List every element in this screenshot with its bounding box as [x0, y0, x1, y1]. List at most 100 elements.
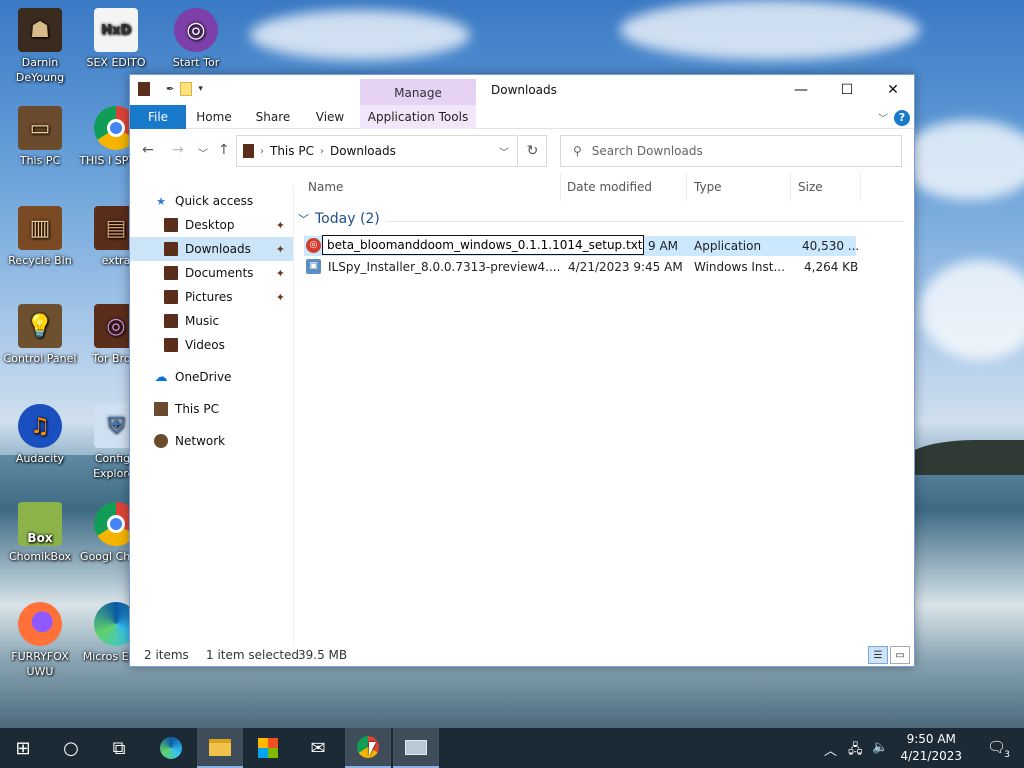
desktop-icon-sex-edito[interactable]: HxD SEX EDITO [76, 8, 156, 70]
forward-button[interactable]: → [172, 142, 184, 158]
sidebar-item-documents[interactable]: Documents ✦ [130, 261, 293, 285]
desktop-icon-furryfox[interactable]: FURRYFOX UWU [0, 602, 80, 679]
tab-manage[interactable]: Manage [360, 79, 476, 105]
refresh-button[interactable]: ↻ [519, 135, 547, 167]
close-button[interactable]: ✕ [870, 75, 916, 105]
breadcrumb-this-pc[interactable]: This PC [270, 144, 314, 158]
details-view-button[interactable]: ☰ [868, 646, 888, 664]
address-bar[interactable]: › This PC › Downloads ﹀ [236, 135, 518, 167]
window-app-icon [405, 739, 427, 755]
desktop-icon-this-pc[interactable]: ▭ This PC [0, 106, 80, 168]
task-view-button[interactable]: ⧉ [96, 728, 142, 768]
desktop-icon-chomikbox[interactable]: Box ChomikBox [0, 502, 80, 564]
tor-onion-icon: ◎ [174, 8, 218, 52]
chevron-down-icon: ﹀ [298, 213, 309, 226]
column-divider[interactable] [560, 173, 561, 201]
help-button[interactable]: ? [894, 110, 910, 126]
sidebar-item-network[interactable]: Network [130, 429, 293, 453]
audacity-icon: ♫ [18, 404, 62, 448]
selected-count: 1 item selected [206, 648, 300, 662]
column-header-size[interactable]: Size [798, 180, 823, 194]
file-list[interactable]: Name Date modified Type Size ﹀ Today (2)… [296, 173, 914, 643]
column-divider[interactable] [686, 173, 687, 201]
taskbar-store[interactable] [245, 728, 291, 768]
mouse-cursor-icon [369, 742, 376, 756]
taskbar-chrome[interactable] [345, 728, 391, 768]
start-button[interactable]: ⊞ [0, 728, 46, 768]
sidebar-item-onedrive[interactable]: ☁ OneDrive [130, 365, 293, 389]
navigation-bar: ← → ﹀ ↑ › This PC › Downloads ﹀ ↻ ⚲ Sear… [130, 130, 914, 170]
tab-home[interactable]: Home [192, 105, 236, 129]
recent-locations-icon[interactable]: ﹀ [198, 145, 208, 160]
search-input[interactable]: ⚲ Search Downloads [560, 135, 902, 167]
show-hidden-icons[interactable]: ︿ [824, 740, 837, 759]
sidebar-item-quick-access[interactable]: ★ Quick access [130, 189, 293, 213]
desktop-icon-recycle-bin[interactable]: ▥ Recycle Bin [0, 206, 80, 268]
column-header-type[interactable]: Type [694, 180, 722, 194]
tab-application-tools[interactable]: Application Tools [360, 105, 476, 129]
tab-file[interactable]: File [130, 105, 186, 129]
minimize-button[interactable]: — [778, 75, 824, 105]
column-divider[interactable] [790, 173, 791, 201]
sidebar-item-desktop[interactable]: Desktop ✦ [130, 213, 293, 237]
file-size: 4,264 KB [804, 260, 859, 274]
sidebar-item-downloads[interactable]: Downloads ✦ [130, 237, 293, 261]
folder-icon [209, 738, 231, 756]
group-header-today[interactable]: ﹀ Today (2) [298, 211, 380, 227]
address-dropdown-icon[interactable]: ﹀ [499, 144, 509, 159]
file-date: 9 AM [648, 239, 679, 253]
taskbar-mail[interactable]: ✉ [295, 728, 341, 768]
search-icon: ⚲ [573, 144, 582, 158]
computer-icon [154, 402, 168, 416]
sidebar-item-music[interactable]: Music [130, 309, 293, 333]
tab-share[interactable]: Share [250, 105, 296, 129]
taskbar-file-explorer[interactable] [197, 728, 243, 768]
cloud-icon: ☁ [154, 369, 168, 385]
table-row[interactable]: ◎ beta_bloomanddoom_windows_0.1.1.1014_s… [304, 235, 859, 256]
recycle-bin-icon: ▥ [18, 206, 62, 250]
notification-icon[interactable]: 🗨 [987, 738, 1006, 756]
volume-muted-icon[interactable]: 🔈 [872, 740, 888, 755]
edge-icon [160, 737, 182, 759]
sidebar-item-this-pc[interactable]: This PC [130, 397, 293, 421]
control-panel-icon: 💡 [18, 304, 62, 348]
breadcrumb-downloads[interactable]: Downloads [330, 144, 396, 158]
folder-icon [164, 266, 178, 280]
desktop-icon-start-tor[interactable]: ◎ Start Tor [156, 8, 236, 70]
back-button[interactable]: ← [142, 142, 154, 158]
title-bar[interactable]: ✒ ▾ Manage Downloads — ☐ ✕ [130, 75, 914, 105]
sidebar-item-pictures[interactable]: Pictures ✦ [130, 285, 293, 309]
taskbar-app[interactable] [393, 728, 439, 768]
network-icon [154, 434, 168, 448]
table-row[interactable]: ▣ ILSpy_Installer_8.0.0.7313-preview4...… [304, 257, 859, 277]
installer-icon: ▣ [306, 259, 321, 274]
column-header-name[interactable]: Name [308, 180, 343, 194]
computer-icon: ▭ [18, 106, 62, 150]
tab-view[interactable]: View [308, 105, 352, 129]
file-date: 4/21/2023 9:45 AM [568, 260, 683, 274]
large-icons-view-button[interactable]: ▭ [890, 646, 910, 664]
clock[interactable]: 9:50 AM 4/21/2023 [900, 731, 962, 765]
desktop-icon-audacity[interactable]: ♫ Audacity [0, 404, 80, 466]
app-setup-icon: ◎ [306, 238, 321, 253]
cloud [900, 120, 1024, 200]
expand-ribbon-icon[interactable]: ﹀ [878, 110, 888, 125]
column-divider[interactable] [860, 173, 861, 201]
search-button[interactable]: ○ [48, 728, 94, 768]
taskbar-edge[interactable] [148, 728, 194, 768]
desktop-icon-control-panel[interactable]: 💡 Control Panel [0, 304, 80, 366]
new-folder-icon[interactable] [180, 82, 193, 96]
maximize-button[interactable]: ☐ [824, 75, 870, 105]
column-header-date[interactable]: Date modified [567, 180, 652, 194]
network-icon[interactable]: 🖧 [848, 740, 863, 762]
status-bar: 2 items 1 item selected 39.5 MB ☰ ▭ [130, 643, 914, 667]
window-title: Downloads [491, 83, 557, 97]
explorer-window[interactable]: ✒ ▾ Manage Downloads — ☐ ✕ File Home Sha… [129, 74, 915, 667]
properties-icon[interactable]: ✒ [166, 84, 174, 95]
up-button[interactable]: ↑ [218, 142, 230, 158]
folder-icon [164, 314, 178, 328]
qat-dropdown-icon[interactable]: ▾ [198, 84, 203, 94]
sidebar-item-videos[interactable]: Videos [130, 333, 293, 357]
rename-input[interactable]: beta_bloomanddoom_windows_0.1.1.1014_set… [322, 235, 644, 255]
desktop-icon-darnin[interactable]: ☗ Darnin DeYoung [0, 8, 80, 85]
